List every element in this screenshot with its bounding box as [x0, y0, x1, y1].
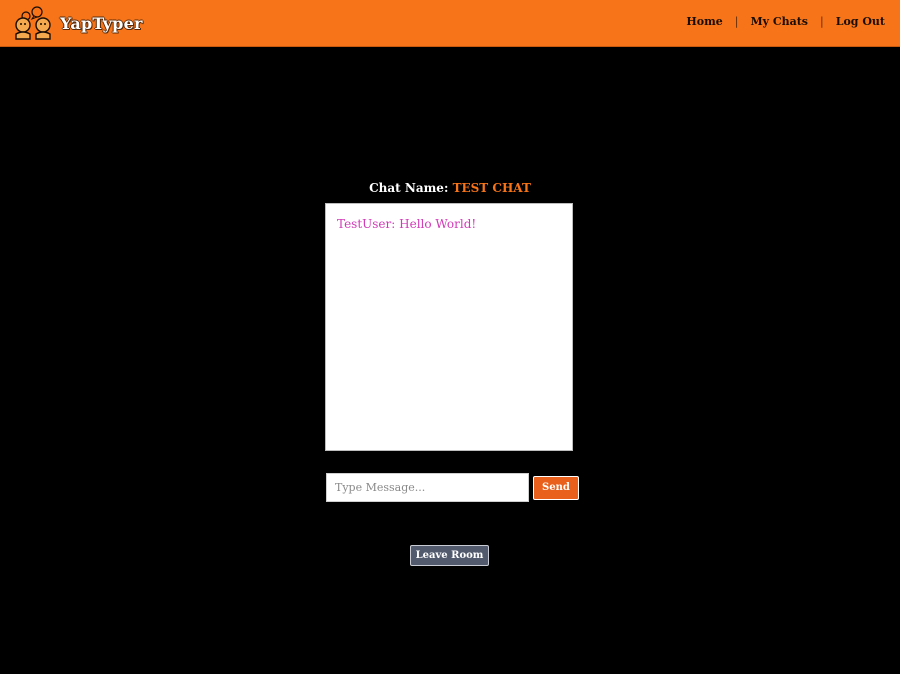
nav-separator: | — [820, 15, 824, 28]
brand-name: YapTyper — [60, 13, 143, 33]
message-composer: Send — [326, 473, 579, 502]
chat-message: TestUser: Hello World! — [337, 217, 477, 231]
chat-people-icon — [15, 6, 51, 40]
chat-title: Chat Name: TEST CHAT — [0, 181, 900, 195]
chat-room-name: TEST CHAT — [452, 181, 531, 195]
nav-separator: | — [734, 15, 739, 28]
chat-message-log[interactable]: TestUser: Hello World! — [325, 203, 573, 451]
nav-link-log-out[interactable]: Log Out — [836, 15, 885, 28]
nav-link-my-chats[interactable]: My Chats — [750, 15, 808, 28]
leave-room-button[interactable]: Leave Room — [410, 545, 489, 566]
chat-title-label: Chat Name: — [369, 181, 449, 195]
message-input[interactable] — [326, 473, 529, 502]
send-button[interactable]: Send — [533, 475, 579, 500]
brand[interactable]: YapTyper — [12, 6, 143, 40]
nav-link-home[interactable]: Home — [686, 15, 722, 28]
nav-links: Home | My Chats | Log Out — [686, 15, 885, 28]
top-navbar: YapTyper Home | My Chats | Log Out — [0, 0, 900, 47]
